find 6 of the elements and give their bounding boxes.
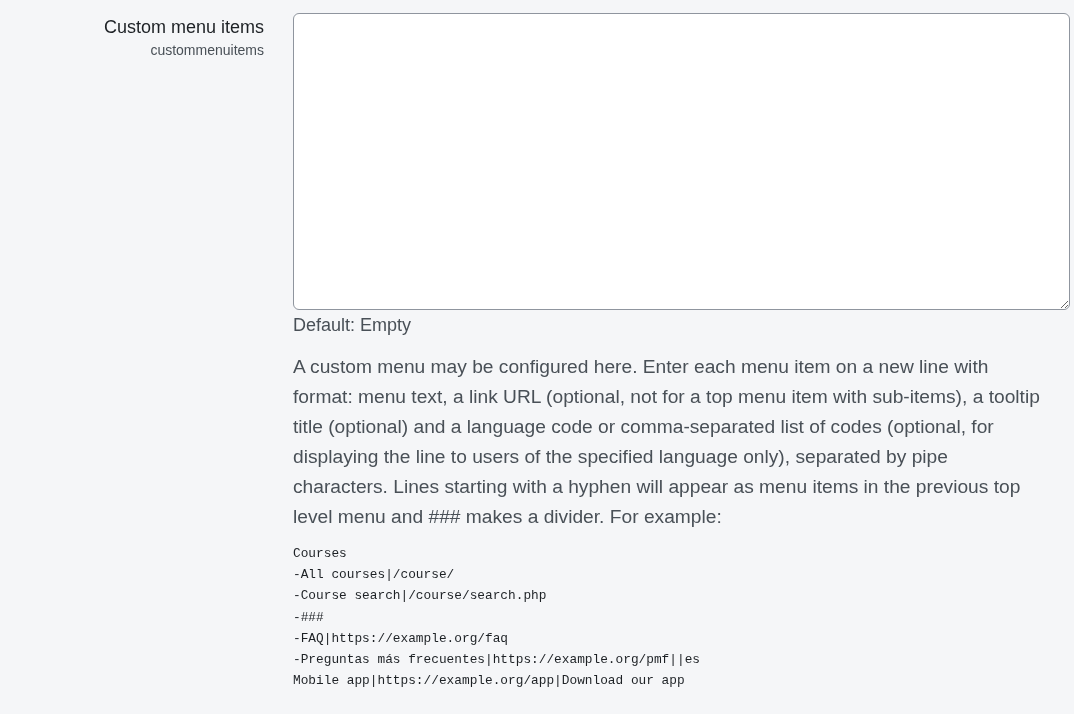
default-value: Default: Empty (293, 314, 413, 337)
code-example: Courses -All courses|/course/ -Course search|/course/search.php -### -FAQ|https://example.org/faq -Preguntas más frecuentes|https://example.org/pmf||es Mobile app|https://example.org/app|Download our app (293, 545, 701, 691)
setting-name: custommenuitems (150, 41, 264, 60)
setting-label: Custom menu items (103, 16, 264, 39)
text-area[interactable] (293, 13, 1070, 310)
description-text: A custom menu may be configured here. Enter each menu item on a new line with format: menu text, a link URL (optional, not for a top menu item with sub-items), a tooltip title (optional) and a language code or comma-separated list of codes (optional, for displaying the line to users of the specified language only), separated by pipe characters. Lines starting with a hyphen will appear as menu items in the previous top level menu and ### makes a divider. For example: (293, 355, 1041, 529)
